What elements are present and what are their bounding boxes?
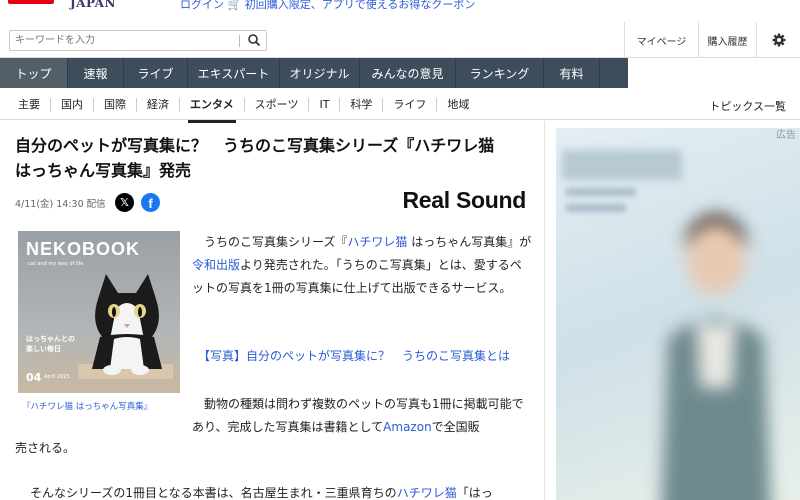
category-international[interactable]: 国際 bbox=[94, 97, 137, 112]
main-nav-live[interactable]: ライブ bbox=[124, 58, 188, 88]
article: 自分のペットが写真集に？ うちのこ写真集シリーズ『ハチワレ猫 はっちゃん写真集』… bbox=[0, 121, 545, 500]
category-it[interactable]: IT bbox=[309, 97, 341, 112]
article-paragraph-3: そんなシリーズの1冊目となる本書は、名古屋生まれ・三重県育ちのハチワレ猫「はっ bbox=[30, 484, 550, 500]
text-span: で全国販 bbox=[431, 420, 480, 434]
ad-label: 広告 bbox=[776, 130, 796, 141]
text-span: はっちゃん写真集』が bbox=[407, 235, 532, 249]
mypage-link[interactable]: マイページ bbox=[624, 22, 698, 58]
main-nav-opinions[interactable]: みんなの意見 bbox=[360, 58, 456, 88]
search-divider bbox=[239, 35, 240, 47]
category-sports[interactable]: スポーツ bbox=[245, 97, 310, 112]
article-title-line: 自分のペットが写真集に？ うちのこ写真集シリーズ『ハチワレ猫 bbox=[15, 136, 495, 155]
article-paragraph-1: うちのこ写真集シリーズ『ハチワレ猫 はっちゃん写真集』が令和出版より発売された。… bbox=[192, 231, 532, 300]
site-logo-text[interactable]: JAPAN bbox=[70, 0, 116, 10]
main-nav-breaking[interactable]: 速報 bbox=[68, 58, 124, 88]
promo-text: 初回購入限定、アプリで使えるお得なクーポン bbox=[244, 0, 476, 11]
source-logo[interactable]: Real Sound bbox=[402, 187, 526, 214]
ad-banner[interactable]: 広告 bbox=[556, 128, 800, 500]
cart-icon: 🛒 bbox=[227, 0, 242, 11]
main-nav-original[interactable]: オリジナル bbox=[280, 58, 360, 88]
issue-number: 04 bbox=[26, 371, 42, 384]
text-span: 「はっ bbox=[456, 486, 493, 500]
topics-list-link[interactable]: トピックス一覧 bbox=[709, 98, 786, 114]
cover-text-line: はっちゃんとの bbox=[26, 335, 75, 343]
inline-link[interactable]: ハチワレ猫 bbox=[347, 235, 407, 249]
main-nav: トップ 速報 ライブ エキスパート オリジナル みんなの意見 ランキング 有料 bbox=[0, 58, 628, 88]
ad-person-image bbox=[661, 213, 771, 500]
main-nav-ranking[interactable]: ランキング bbox=[456, 58, 544, 88]
category-life[interactable]: ライフ bbox=[383, 97, 438, 112]
category-economy[interactable]: 経済 bbox=[137, 97, 180, 112]
cover-text-line: 楽しい毎日 bbox=[26, 345, 61, 353]
inline-link[interactable]: ハチワレ猫 bbox=[397, 486, 457, 500]
promo-banner[interactable]: ログイン 🛒 初回購入限定、アプリで使えるお得なクーポン bbox=[180, 0, 475, 12]
inline-link[interactable]: Amazon bbox=[383, 420, 432, 434]
site-logo-mark[interactable] bbox=[8, 0, 54, 4]
main-nav-expert[interactable]: エキスパート bbox=[188, 58, 280, 88]
inline-link[interactable]: 令和出版 bbox=[192, 258, 240, 272]
search-box bbox=[9, 30, 267, 51]
main-nav-paid[interactable]: 有料 bbox=[544, 58, 600, 88]
article-paragraph-2: 動物の種類は問わず複数のペットの写真も1冊に掲載可能であり、完成した写真集は書籍… bbox=[192, 393, 532, 439]
photo-caption: 『ハチワレ猫 はっちゃん写真集』 bbox=[22, 402, 153, 412]
search-icon[interactable] bbox=[247, 33, 261, 47]
cat-image bbox=[78, 274, 173, 379]
related-photo-link[interactable]: 【写真】自分のペットが写真集に？ うちのこ写真集とは bbox=[198, 347, 510, 364]
search-row: マイページ 購入履歴 bbox=[0, 22, 800, 58]
top-strip: JAPAN ログイン 🛒 初回購入限定、アプリで使えるお得なクーポン bbox=[0, 0, 800, 20]
category-entertainment[interactable]: エンタメ bbox=[180, 97, 245, 123]
settings-button[interactable] bbox=[756, 22, 800, 58]
article-title-line: はっちゃん写真集』発売 bbox=[15, 161, 192, 180]
search-input[interactable] bbox=[15, 33, 239, 48]
gear-icon bbox=[772, 33, 785, 47]
facebook-share-icon[interactable]: f bbox=[141, 193, 160, 212]
article-title: 自分のペットが写真集に？ うちのこ写真集シリーズ『ハチワレ猫 はっちゃん写真集』… bbox=[15, 133, 535, 183]
magazine-subtitle: cat and my way of life bbox=[28, 261, 84, 267]
text-span: より発売された。「うちのこ写真集」とは、愛するペットの写真を1冊の写真集に仕上げ… bbox=[192, 258, 522, 295]
category-main[interactable]: 主要 bbox=[0, 97, 51, 112]
ad-text-line bbox=[566, 188, 636, 196]
main-nav-top[interactable]: トップ bbox=[0, 58, 68, 88]
text-span: そんなシリーズの1冊目となる本書は、名古屋生まれ・三重県育ちの bbox=[30, 486, 397, 500]
promo-login[interactable]: ログイン bbox=[180, 0, 224, 11]
ad-headline bbox=[562, 150, 682, 180]
category-domestic[interactable]: 国内 bbox=[51, 97, 94, 112]
category-nav: 主要 国内 国際 経済 エンタメ スポーツ IT 科学 ライフ 地域 トピックス… bbox=[0, 90, 800, 123]
issue-date: April 2025 bbox=[44, 374, 70, 380]
purchase-history-link[interactable]: 購入履歴 bbox=[698, 22, 756, 58]
ad-text-line bbox=[566, 204, 626, 212]
text-span: うちのこ写真集シリーズ『 bbox=[204, 235, 348, 249]
category-local[interactable]: 地域 bbox=[437, 98, 479, 112]
x-share-icon[interactable]: 𝕏 bbox=[115, 193, 134, 212]
article-paragraph-2-end: 売される。 bbox=[15, 441, 76, 455]
article-date: 4/11(金) 14:30 配信 bbox=[15, 199, 106, 210]
account-links: マイページ 購入履歴 bbox=[624, 22, 800, 58]
magazine-cover-text: はっちゃんとの 楽しい毎日 bbox=[26, 334, 75, 354]
category-science[interactable]: 科学 bbox=[340, 97, 384, 112]
article-photo[interactable]: NEKOBOOK cat and my way of life はっちゃんとの … bbox=[18, 231, 180, 393]
magazine-title: NEKOBOOK bbox=[26, 239, 141, 259]
